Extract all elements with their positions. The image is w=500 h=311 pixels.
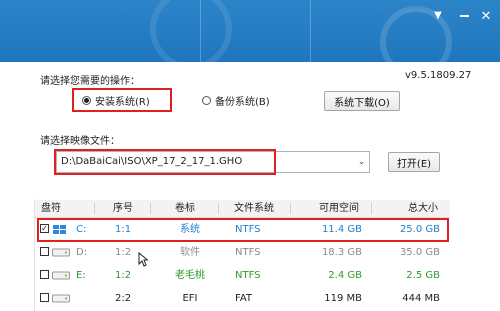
cell-free: 2.4 GB [328,270,362,281]
menu-icon[interactable]: ▼ [430,8,446,24]
cursor-icon [138,252,148,267]
table-row[interactable]: E: 1:2 老毛桃 NTFS 2.4 GB 2.5 GB [35,264,450,287]
watermark-icon [150,0,232,62]
cell-drive: D: [76,247,88,258]
cell-free: 119 MB [324,293,362,304]
radio-backup-system[interactable]: 备份系统(B) [202,93,270,108]
col-fs: 文件系统 [234,203,274,214]
system-download-button[interactable]: 系统下载(O) [324,91,400,111]
disk-drive-icon [52,271,70,280]
row-checkbox[interactable] [40,293,49,302]
column-divider [150,203,151,214]
col-label: 卷标 [175,203,195,214]
cell-free: 18.3 GB [321,247,362,258]
highlight-box [54,149,276,175]
col-total: 总大小 [408,203,438,214]
row-checkbox[interactable] [40,270,49,279]
operation-label: 请选择您需要的操作： [40,76,140,87]
radio-dot[interactable] [202,96,211,105]
cell-total: 2.5 GB [406,270,440,281]
image-file-label: 请选择映像文件： [40,136,120,147]
col-free: 可用空间 [319,203,359,214]
cell-total: 35.0 GB [399,247,440,258]
partition-table: 盘符 序号 卷标 文件系统 可用空间 总大小 ✓ C: 1:1 系统 NTFS 11.4 … [35,200,450,311]
column-divider [290,203,291,214]
cell-label: 老毛桃 [175,270,205,281]
header-divider [310,0,311,62]
cell-label: 软件 [180,247,200,258]
cell-total: 444 MB [402,293,440,304]
cell-fs: FAT [235,293,253,304]
table-row[interactable]: 2:2 EFI FAT 119 MB 444 MB [35,287,450,310]
minimize-icon[interactable] [456,8,472,24]
col-drive: 盘符 [41,203,61,214]
chevron-down-icon[interactable]: ⌄ [353,151,370,173]
cell-fs: NTFS [235,270,261,281]
radio-dot[interactable] [82,96,91,105]
radio-install-label: 安装系统(R) [95,97,150,108]
column-divider [94,203,95,214]
col-index: 序号 [113,203,133,214]
disk-drive-icon [52,294,70,303]
close-icon[interactable]: ✕ [478,8,494,24]
open-button[interactable]: 打开(E) [388,152,440,172]
version-label: v9.5.1809.27 [405,70,472,81]
cell-drive: E: [76,270,86,281]
highlight-box [37,218,449,242]
table-header: 盘符 序号 卷标 文件系统 可用空间 总大小 [35,200,450,218]
disk-drive-icon [52,248,70,257]
cell-label: EFI [182,293,198,304]
cell-index: 2:2 [115,293,132,304]
title-bar: ▼ ✕ [0,0,500,62]
cell-index: 1:2 [115,270,132,281]
radio-install-system[interactable]: 安装系统(R) [82,93,150,108]
radio-backup-label: 备份系统(B) [215,97,270,108]
column-divider [218,203,219,214]
cell-fs: NTFS [235,247,261,258]
row-checkbox[interactable] [40,247,49,256]
table-row[interactable]: D: 1:2 软件 NTFS 18.3 GB 35.0 GB [35,241,450,264]
column-divider [371,203,372,214]
header-divider [200,0,201,62]
